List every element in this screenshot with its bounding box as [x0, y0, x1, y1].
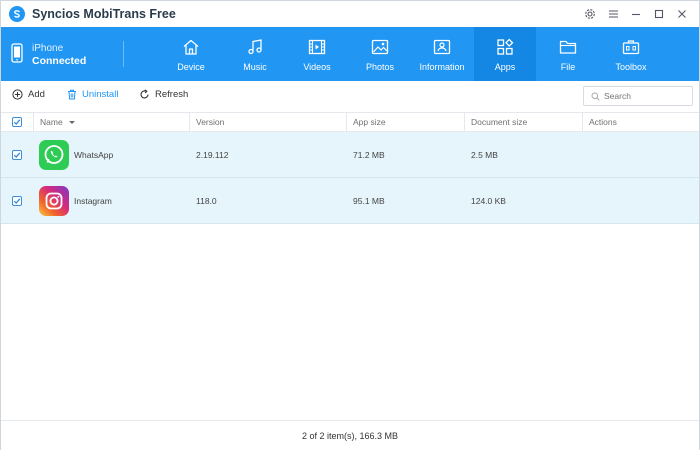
contact-card-icon	[433, 37, 451, 57]
tab-information[interactable]: Information	[411, 27, 473, 81]
search-input[interactable]	[604, 91, 689, 101]
tab-photos[interactable]: Photos	[349, 27, 411, 81]
item-summary: 2 of 2 item(s), 166.3 MB	[301, 431, 399, 441]
tab-label: File	[560, 62, 576, 72]
menu-icon[interactable]	[602, 3, 624, 25]
tab-music[interactable]: Music	[224, 27, 286, 81]
add-button[interactable]: Add	[12, 89, 45, 100]
tab-label: Apps	[494, 62, 516, 72]
nav-divider	[123, 41, 124, 67]
column-header-actions: Actions	[582, 113, 699, 132]
add-label: Add	[28, 89, 45, 100]
device-name: iPhone	[32, 43, 64, 54]
tab-label: Videos	[303, 62, 331, 72]
maximize-icon[interactable]	[648, 3, 670, 25]
refresh-label: Refresh	[155, 89, 189, 100]
uninstall-label: Uninstall	[82, 89, 119, 100]
instagram-app-icon	[39, 186, 69, 216]
folder-icon	[559, 37, 577, 57]
tab-label: Photos	[365, 62, 395, 72]
tab-videos[interactable]: Videos	[286, 27, 348, 81]
search-icon	[591, 92, 600, 101]
title-bar: Syncios MobiTrans Free	[1, 1, 699, 27]
music-note-icon	[246, 37, 264, 57]
image-icon	[371, 37, 389, 57]
plus-circle-icon	[12, 89, 23, 100]
settings-gear-icon[interactable]	[579, 3, 601, 25]
app-size: 95.1 MB	[353, 196, 385, 206]
app-window: Syncios MobiTrans Free iPhone Connected …	[0, 0, 700, 450]
app-logo-icon	[9, 6, 25, 22]
app-version: 2.19.112	[196, 150, 229, 160]
app-name: WhatsApp	[74, 150, 114, 160]
checkmark-icon	[13, 119, 21, 125]
column-header-document-size[interactable]: Document size	[464, 113, 582, 132]
select-all-checkbox[interactable]	[12, 117, 22, 127]
apps-grid-icon	[496, 37, 514, 57]
film-icon	[308, 37, 326, 57]
uninstall-button[interactable]: Uninstall	[67, 89, 118, 100]
table-row[interactable]: Instagram 118.0 95.1 MB 124.0 KB	[1, 178, 699, 224]
checkmark-icon	[13, 198, 21, 204]
document-size: 2.5 MB	[471, 150, 498, 160]
app-version: 118.0	[196, 196, 217, 206]
tab-device[interactable]: Device	[160, 27, 222, 81]
trash-icon	[68, 89, 76, 100]
row-checkbox[interactable]	[12, 196, 22, 206]
app-size: 71.2 MB	[353, 150, 385, 160]
device-status: Connected	[32, 55, 87, 67]
status-bar: 2 of 2 item(s), 166.3 MB	[1, 420, 699, 450]
device-selector[interactable]: iPhone Connected	[1, 27, 123, 81]
app-title: Syncios MobiTrans Free	[32, 7, 176, 21]
column-header-app-size[interactable]: App size	[346, 113, 464, 132]
checkmark-icon	[13, 152, 21, 158]
tab-file[interactable]: File	[537, 27, 599, 81]
column-header-version[interactable]: Version	[189, 113, 346, 132]
toolbar: Add Uninstall Refresh	[1, 81, 699, 112]
whatsapp-app-icon	[39, 140, 69, 170]
sort-arrow-down-icon	[69, 121, 76, 125]
refresh-button[interactable]: Refresh	[139, 89, 188, 100]
phone-icon	[11, 43, 23, 68]
tab-label: Toolbox	[615, 62, 647, 72]
toolbox-icon	[622, 37, 640, 57]
home-icon	[182, 37, 200, 57]
main-navbar: iPhone Connected Device Music Videos Pho…	[1, 27, 699, 81]
app-name: Instagram	[74, 196, 112, 206]
tab-label: Device	[177, 62, 205, 72]
refresh-icon	[140, 89, 149, 99]
minimize-icon[interactable]	[625, 3, 647, 25]
row-checkbox[interactable]	[12, 150, 22, 160]
table-header: Name Version App size Document size Acti…	[1, 112, 699, 132]
tab-toolbox[interactable]: Toolbox	[600, 27, 662, 81]
tab-label: Information	[419, 62, 465, 72]
close-icon[interactable]	[671, 3, 693, 25]
table-row[interactable]: WhatsApp 2.19.112 71.2 MB 2.5 MB	[1, 132, 699, 178]
tab-apps[interactable]: Apps	[474, 27, 536, 81]
search-box[interactable]	[583, 86, 693, 106]
window-controls	[578, 1, 693, 27]
document-size: 124.0 KB	[471, 196, 506, 206]
tab-label: Music	[243, 62, 267, 72]
column-header-name[interactable]: Name	[33, 113, 189, 132]
